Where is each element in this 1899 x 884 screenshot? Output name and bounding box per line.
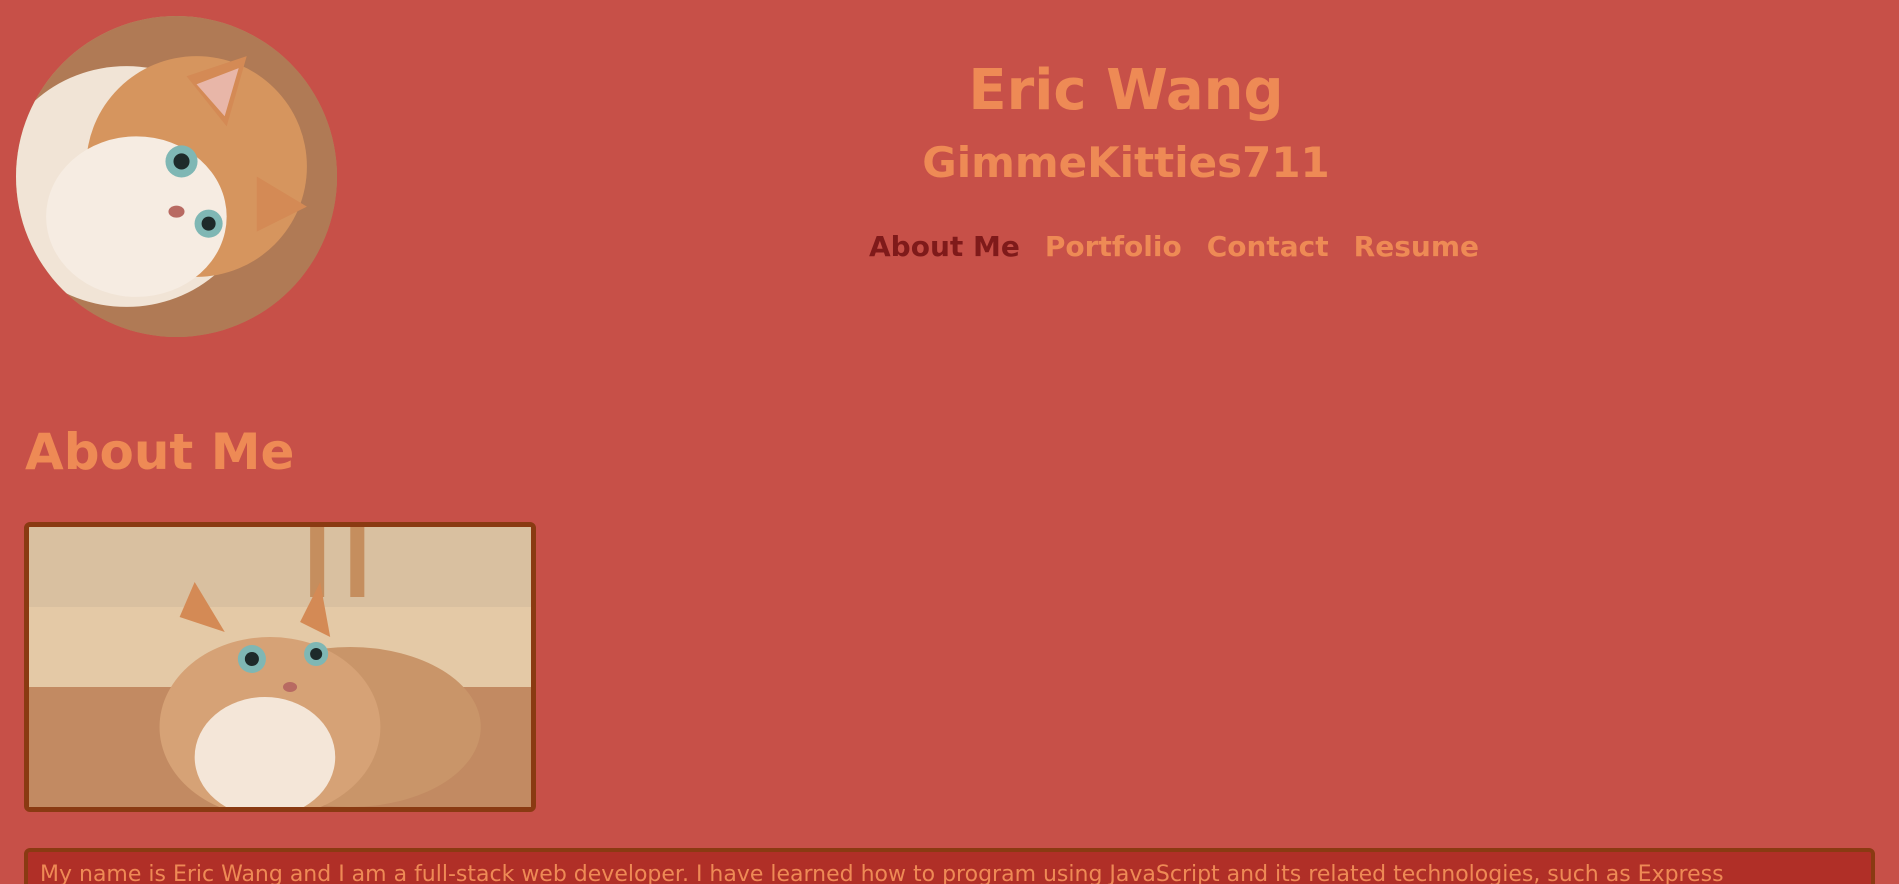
about-section-title: About Me — [25, 423, 295, 481]
nav-portfolio[interactable]: Portfolio — [1045, 230, 1182, 263]
bio-box: My name is Eric Wang and I am a full-sta… — [24, 848, 1875, 884]
nav-resume[interactable]: Resume — [1354, 230, 1479, 263]
main-nav: About Me Portfolio Contact Resume — [869, 230, 1479, 263]
nav-contact[interactable]: Contact — [1207, 230, 1329, 263]
cat-photo-illustration — [29, 527, 531, 807]
bio-text: My name is Eric Wang and I am a full-sta… — [40, 862, 1724, 884]
site-handle: GimmeKitties711 — [922, 138, 1330, 187]
site-title: Eric Wang — [968, 58, 1284, 123]
page: Eric Wang GimmeKitties711 About Me Portf… — [0, 0, 1899, 884]
about-cat-photo — [24, 522, 536, 812]
nav-about-me[interactable]: About Me — [869, 230, 1020, 263]
